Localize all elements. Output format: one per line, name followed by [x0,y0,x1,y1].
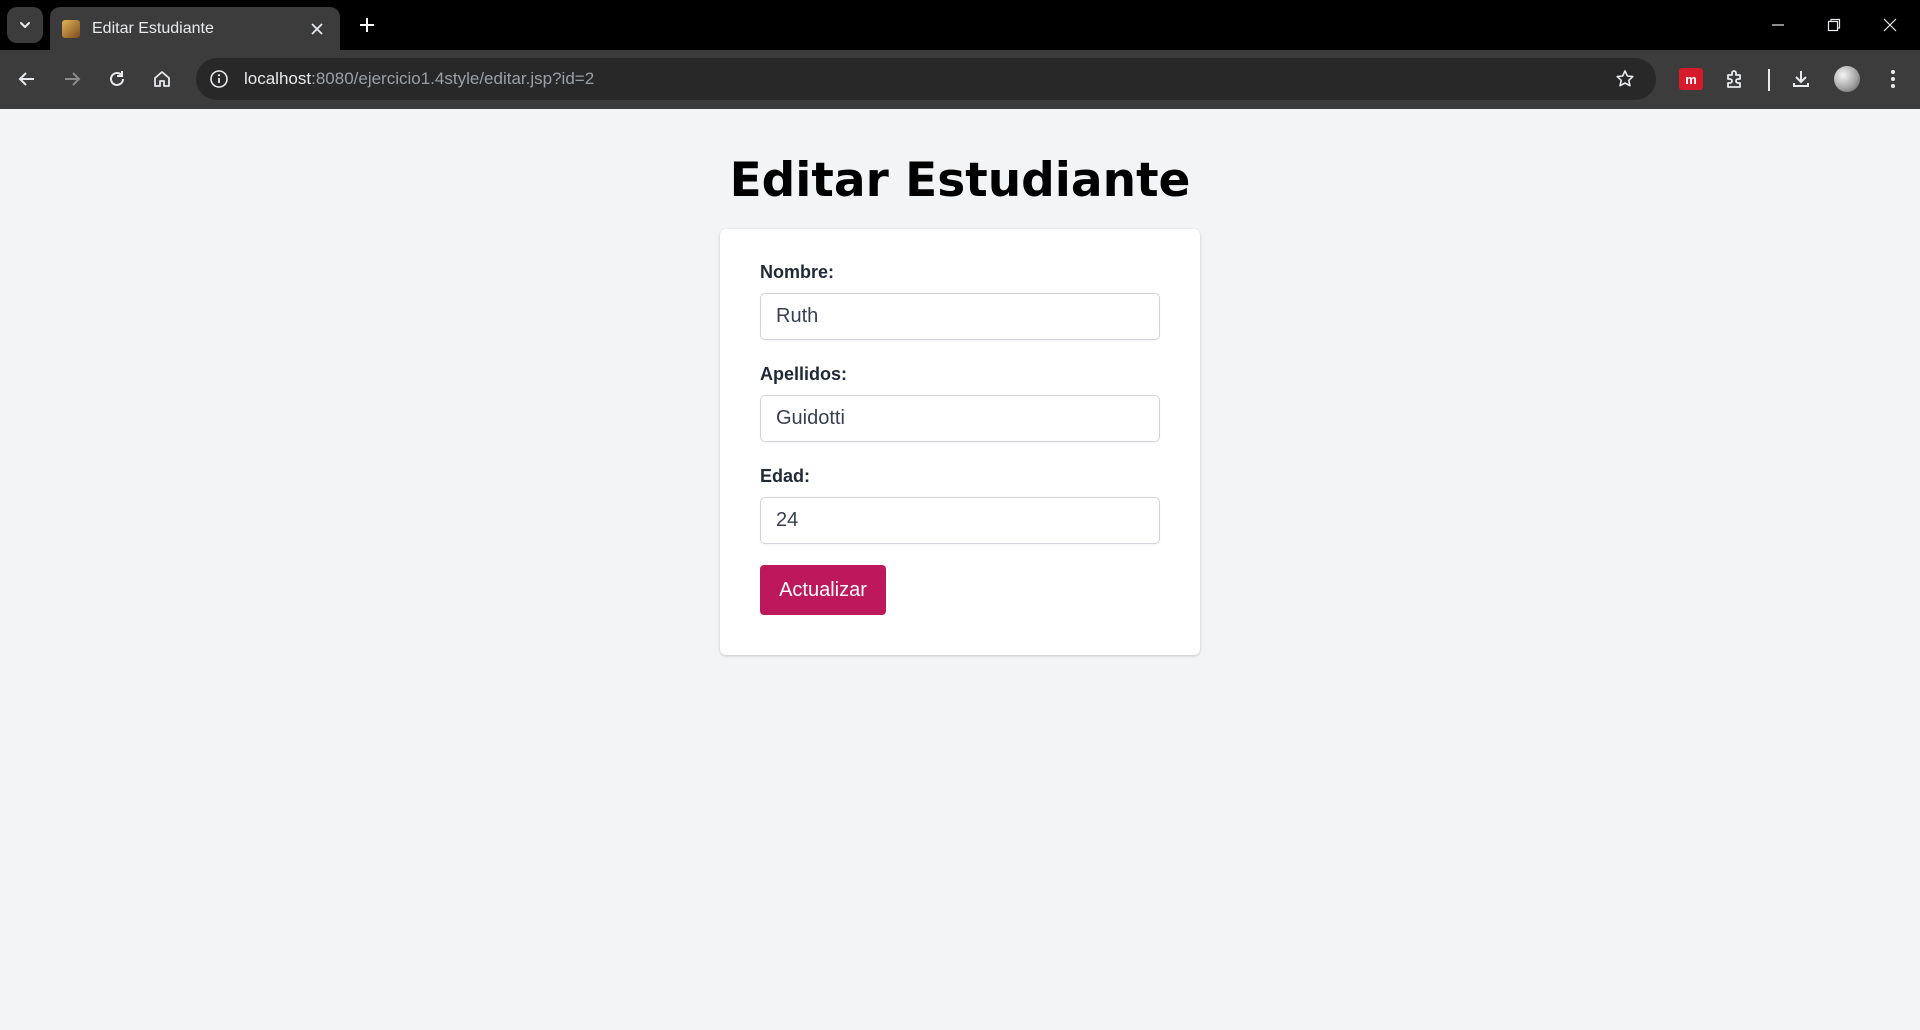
downloads-button[interactable] [1784,62,1818,96]
plus-icon [360,18,374,32]
actualizar-button[interactable]: Actualizar [760,565,886,615]
site-info-button[interactable] [202,62,236,96]
apellidos-field[interactable] [760,395,1160,442]
page-title: Editar Estudiante [729,153,1191,208]
info-icon [210,70,228,88]
arrow-right-icon [65,72,81,86]
extension-button[interactable]: m [1674,62,1708,96]
download-icon [1793,71,1809,87]
tab-title: Editar Estudiante [92,19,214,37]
close-icon [1883,18,1897,32]
restore-icon [1827,18,1841,32]
url-path: :8080/ejercicio1.4style/editar.jsp?id=2 [311,69,595,88]
nombre-field[interactable] [760,293,1160,340]
nombre-label: Nombre: [760,262,835,282]
new-tab-button[interactable] [352,10,382,40]
browser-toolbar: localhost:8080/ejercicio1.4style/editar.… [0,50,1920,109]
page-content: Editar Estudiante Nombre: Apellidos: Eda… [0,109,1920,1030]
reload-button[interactable] [100,62,134,96]
url-host: localhost [244,69,312,88]
chevron-down-icon [20,22,30,28]
url-text[interactable]: localhost:8080/ejercicio1.4style/editar.… [244,69,594,89]
tab-close-button[interactable] [306,18,328,40]
browser-tab-strip: Editar Estudiante [0,0,1920,50]
address-bar[interactable]: localhost:8080/ejercicio1.4style/editar.… [196,58,1656,100]
extensions-menu-button[interactable] [1718,62,1752,96]
minimize-icon [1772,24,1784,26]
bookmark-button[interactable] [1608,62,1642,96]
favicon-icon [62,19,80,38]
avatar [1834,66,1860,92]
arrow-left-icon [18,72,34,86]
restore-button[interactable] [1806,0,1862,50]
edit-student-form: Nombre: Apellidos: Edad: Actualizar [720,229,1200,655]
extension-icon: m [1679,68,1703,90]
minimize-button[interactable] [1750,0,1806,50]
tab-search-button[interactable] [7,7,43,43]
home-button[interactable] [145,62,179,96]
forward-button[interactable] [55,62,89,96]
reload-icon [110,71,124,86]
browser-menu-button[interactable] [1876,62,1910,96]
star-icon [1616,70,1634,87]
toolbar-divider [1768,69,1770,91]
edad-label: Edad: [760,466,811,486]
close-icon [311,22,323,35]
browser-tab[interactable]: Editar Estudiante [50,7,340,50]
apellidos-label: Apellidos: [760,364,848,384]
close-window-button[interactable] [1862,0,1918,50]
edad-field[interactable] [760,497,1160,544]
profile-button[interactable] [1830,62,1864,96]
puzzle-icon [1727,70,1741,88]
back-button[interactable] [10,62,44,96]
home-icon [154,71,170,87]
more-vertical-icon [1891,70,1895,88]
